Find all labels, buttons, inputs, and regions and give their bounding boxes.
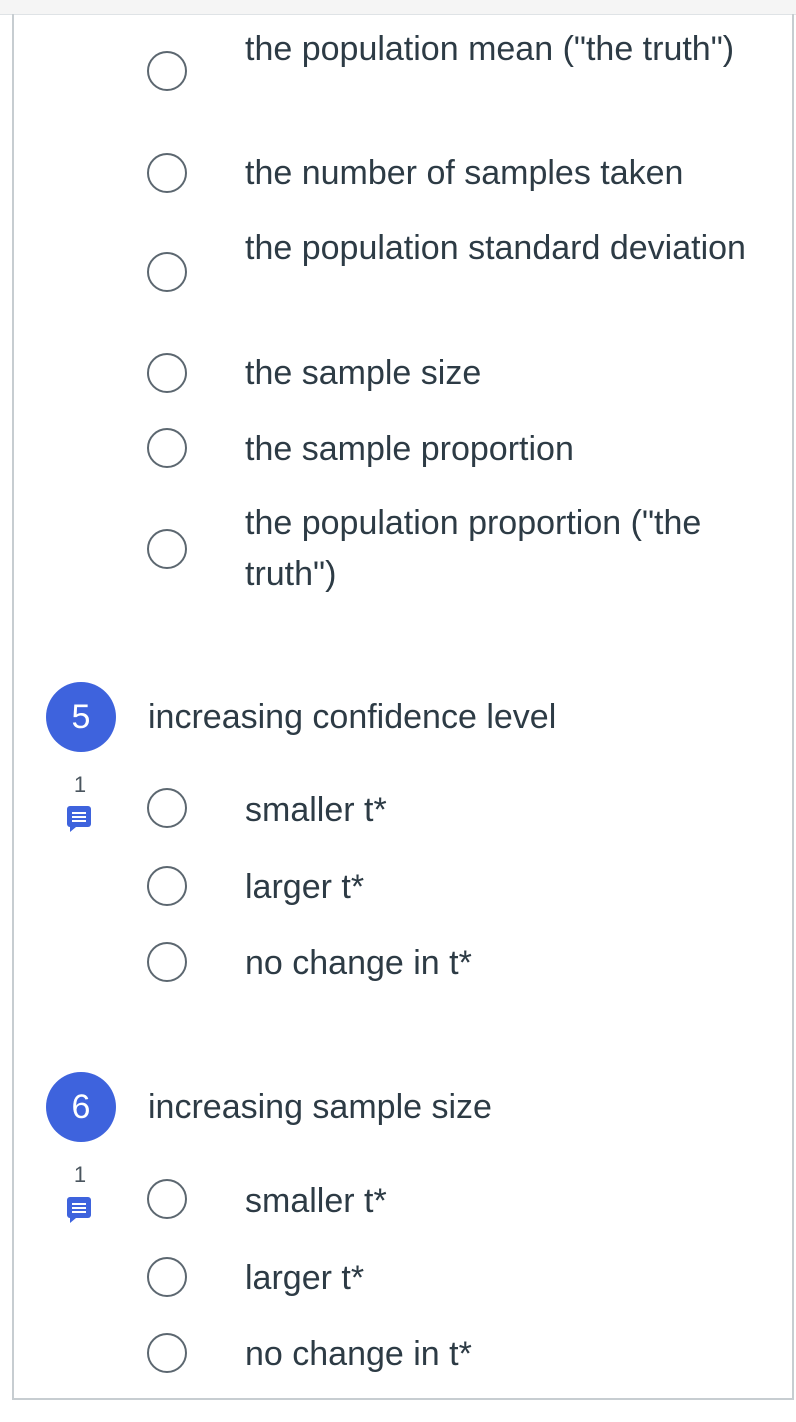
top-bar bbox=[0, 0, 796, 15]
option-label: the sample size bbox=[245, 354, 482, 392]
radio-button[interactable] bbox=[147, 51, 187, 91]
radio-button[interactable] bbox=[147, 252, 187, 292]
question-text: increasing confidence level bbox=[148, 698, 557, 736]
option-label: larger t* bbox=[245, 868, 365, 906]
radio-button[interactable] bbox=[147, 1333, 187, 1373]
radio-button[interactable] bbox=[147, 153, 187, 193]
radio-button[interactable] bbox=[147, 428, 187, 468]
radio-button[interactable] bbox=[147, 866, 187, 906]
option-label: the population standard deviation bbox=[245, 229, 746, 267]
comment-icon[interactable] bbox=[66, 1196, 92, 1224]
option-label: the population mean ("the truth") bbox=[245, 30, 735, 68]
radio-button[interactable] bbox=[147, 942, 187, 982]
question-text: increasing sample size bbox=[148, 1088, 492, 1126]
comment-icon[interactable] bbox=[66, 805, 92, 833]
radio-button[interactable] bbox=[147, 529, 187, 569]
option-label: smaller t* bbox=[245, 791, 387, 829]
option-label: larger t* bbox=[245, 1259, 365, 1297]
radio-button[interactable] bbox=[147, 1179, 187, 1219]
option-label: no change in t* bbox=[245, 1335, 472, 1373]
question-points: 1 bbox=[73, 772, 87, 797]
question-number-badge: 5 bbox=[46, 682, 116, 752]
option-label: the sample proportion bbox=[245, 430, 574, 468]
question-number-badge: 6 bbox=[46, 1072, 116, 1142]
option-label: smaller t* bbox=[245, 1182, 387, 1220]
radio-button[interactable] bbox=[147, 1257, 187, 1297]
question-points: 1 bbox=[73, 1162, 87, 1187]
radio-button[interactable] bbox=[147, 353, 187, 393]
radio-button[interactable] bbox=[147, 788, 187, 828]
option-label: the number of samples taken bbox=[245, 154, 684, 192]
option-label: no change in t* bbox=[245, 944, 472, 982]
option-label: the population proportion ("the truth") bbox=[245, 504, 702, 593]
